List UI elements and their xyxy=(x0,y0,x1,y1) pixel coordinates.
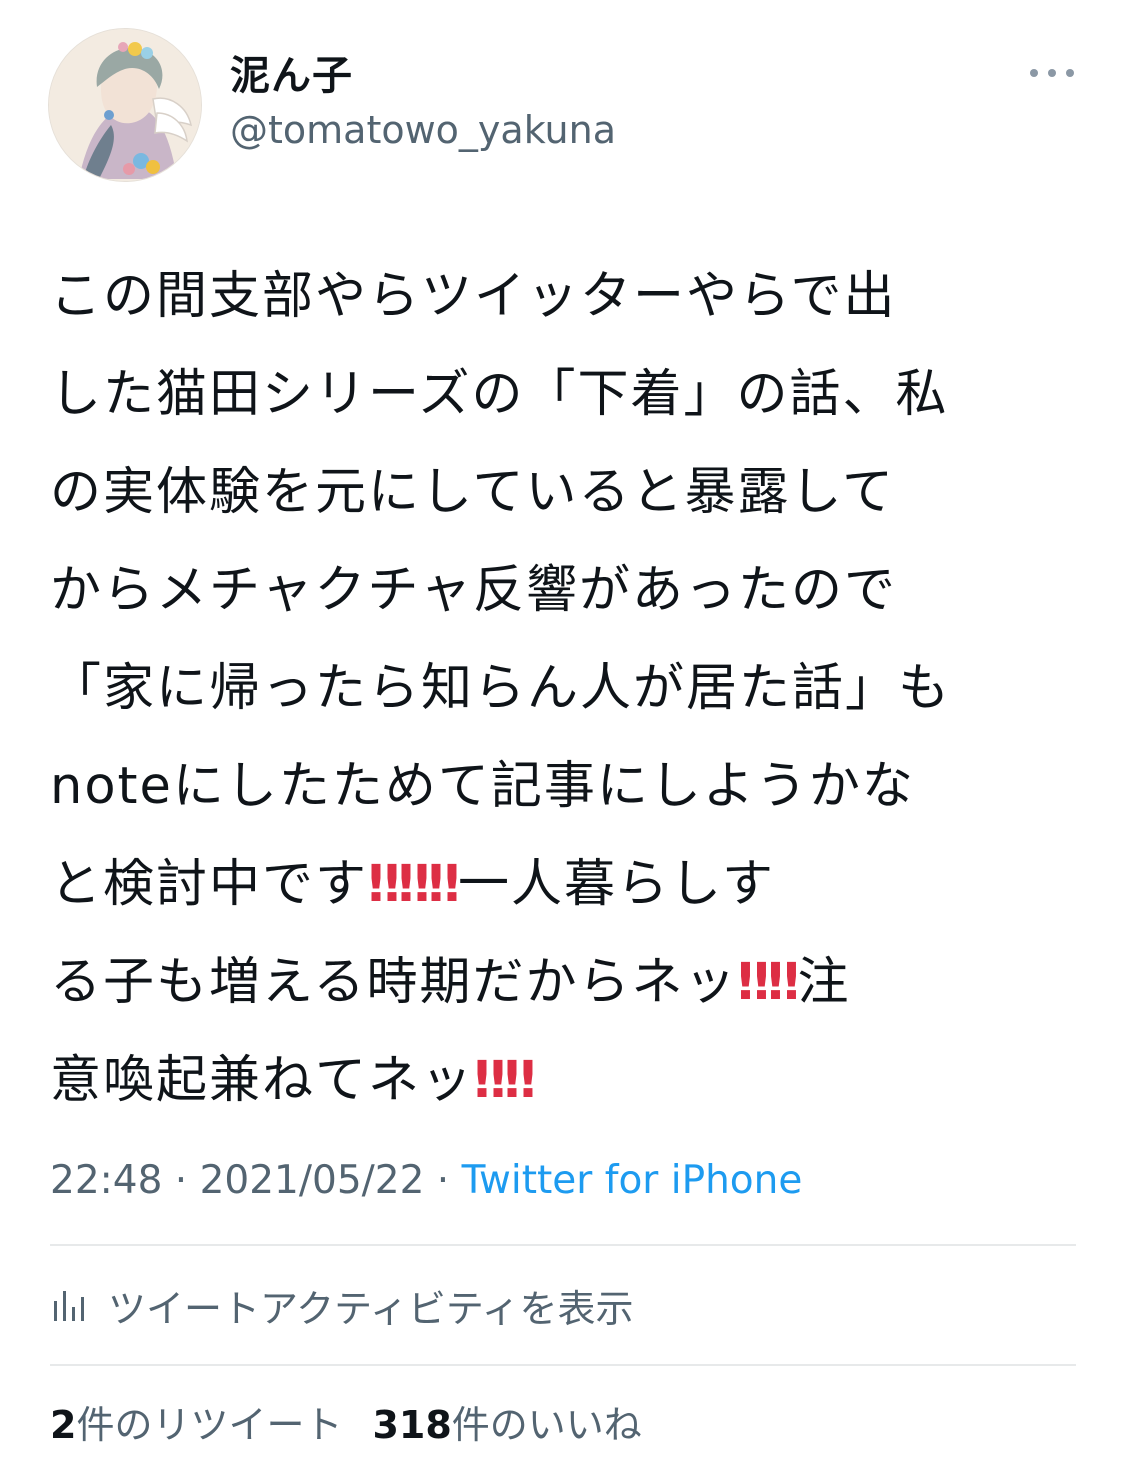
ellipsis-icon[interactable] xyxy=(1030,62,1074,84)
tweet-line: の実体験を元にしていると暴露して xyxy=(50,463,895,522)
tweet-text-segment: 意喚起兼ねてネッ xyxy=(50,1051,475,1110)
engagement-stats: 2件のリツイート 318件のいいね xyxy=(50,1400,642,1450)
tweet-line: 意喚起兼ねてネッ‼‼ xyxy=(50,1032,1090,1130)
display-name[interactable]: 泥ん子 xyxy=(230,52,353,100)
tweet-line: る子も増える時期だからネッ‼‼注 xyxy=(50,934,1090,1032)
tweet-meta: 22:48 · 2021/05/22 · Twitter for iPhone xyxy=(50,1156,802,1206)
double-exclamation-emoji: ‼ xyxy=(427,855,460,914)
divider xyxy=(50,1364,1076,1366)
tweet-line: この間支部やらツイッターやらで出 xyxy=(50,267,897,326)
tweet-line: と検討中です‼‼‼一人暮らしす xyxy=(50,836,1090,934)
tweet-line: noteにしたためて記事にしようかな xyxy=(50,757,915,816)
likes-stat[interactable]: 318件のいいね xyxy=(372,1403,641,1447)
illustrated-portrait-avatar xyxy=(49,29,201,181)
tweet-text-segment: る子も増える時期だからネッ xyxy=(50,953,738,1012)
tweet-line: 「家に帰ったら知らん人が居た話」も xyxy=(50,659,952,718)
tweet-date[interactable]: 2021/05/22 xyxy=(200,1158,425,1203)
user-handle[interactable]: @tomatowo_yakuna xyxy=(230,106,616,154)
likes-count: 318 xyxy=(372,1403,452,1447)
avatar[interactable] xyxy=(48,28,202,182)
retweets-label: 件のリツイート xyxy=(76,1403,343,1447)
retweets-stat[interactable]: 2件のリツイート xyxy=(50,1403,342,1447)
dot xyxy=(1066,69,1074,77)
tweet-source-link[interactable]: Twitter for iPhone xyxy=(462,1158,803,1203)
tweet-text-segment: 一人暮らしす xyxy=(457,855,775,914)
double-exclamation-emoji: ‼ xyxy=(767,953,799,1012)
tweet-activity-link[interactable]: ツイートアクティビティを表示 xyxy=(50,1280,634,1331)
bar-chart-icon xyxy=(54,1291,84,1321)
tweet-text-segment: と検討中です xyxy=(50,855,369,914)
tweet-time[interactable]: 22:48 xyxy=(50,1158,162,1203)
meta-separator: · xyxy=(424,1158,462,1203)
tweet-text: この間支部やらツイッターやらで出 した猫田シリーズの「下着」の話、私 の実体験を… xyxy=(50,248,1090,1130)
double-exclamation-emoji: ‼ xyxy=(368,855,400,914)
double-exclamation-emoji: ‼ xyxy=(398,855,430,914)
double-exclamation-emoji: ‼ xyxy=(474,1051,506,1110)
double-exclamation-emoji: ‼ xyxy=(504,1051,536,1110)
tweet-activity-label: ツイートアクティビティを表示 xyxy=(108,1286,634,1331)
likes-label: 件のいいね xyxy=(451,1403,642,1447)
retweets-count: 2 xyxy=(50,1403,77,1447)
meta-separator: · xyxy=(162,1158,200,1203)
dot xyxy=(1030,69,1038,77)
tweet-line: からメチャクチャ反響があったので xyxy=(50,561,897,620)
double-exclamation-emoji: ‼ xyxy=(737,953,769,1012)
divider xyxy=(50,1244,1076,1246)
dot xyxy=(1048,69,1056,77)
tweet-text-segment: 注 xyxy=(797,953,851,1012)
tweet-line: した猫田シリーズの「下着」の話、私 xyxy=(50,365,949,424)
